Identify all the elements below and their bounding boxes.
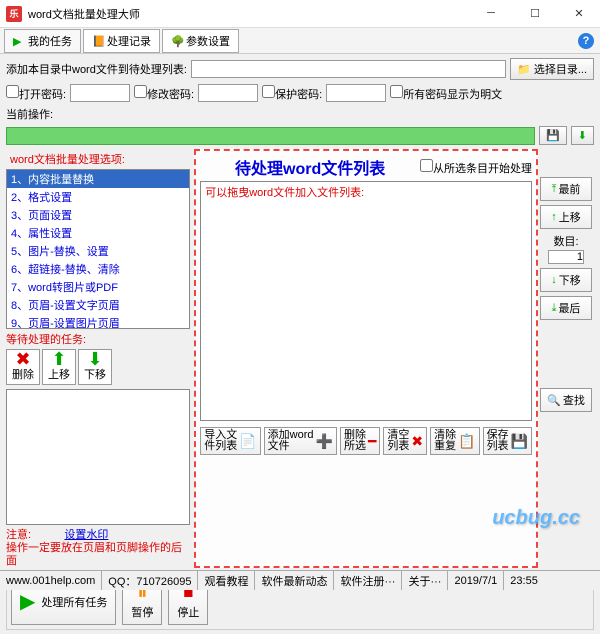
count-display: 数目: [540, 233, 592, 264]
tab-my-tasks[interactable]: ▶我的任务 [4, 29, 81, 53]
bottom-icon: ⤓ [552, 302, 557, 315]
down-arrow-icon: ⬇ [87, 352, 102, 366]
close-button[interactable]: ✕ [564, 7, 594, 20]
option-item[interactable]: 3、页面设置 [7, 206, 189, 224]
download-button[interactable]: ⬇ [571, 126, 594, 145]
dir-label: 添加本目录中word文件到待处理列表: [6, 61, 187, 77]
dir-input[interactable] [191, 60, 506, 78]
import-icon: 📄 [239, 436, 256, 447]
delete-selected-button[interactable]: 删除 所选━ [340, 427, 380, 455]
count-input[interactable] [548, 250, 584, 264]
drag-hint: 可以拖曳word文件加入文件列表: [205, 184, 364, 200]
up-arrow-icon: ⬆ [51, 352, 66, 366]
note-text: 注意: 设置水印 操作一定要放在页眉和页脚操作的后面 [6, 529, 190, 568]
top-icon: ⤒ [552, 183, 557, 196]
play-icon: ▶ [13, 35, 25, 47]
minus-icon: ━ [368, 436, 376, 447]
prot-pwd-check[interactable]: 保护密码: [262, 85, 322, 102]
window-title: word文档批量处理大师 [28, 6, 476, 22]
save-list-button[interactable]: 保存 列表💾 [483, 427, 532, 455]
plain-pwd-check[interactable]: 所有密码显示为明文 [390, 85, 502, 102]
x-icon: ✖ [15, 352, 30, 366]
progress-bar [6, 127, 535, 145]
disk-icon: 💾 [546, 129, 560, 142]
open-pwd-check[interactable]: 打开密码: [6, 85, 66, 102]
app-icon: 乐 [6, 6, 22, 22]
dedupe-button[interactable]: 清除 重复📋 [430, 427, 479, 455]
filelist-title: 待处理word文件列表 [200, 155, 420, 179]
tree-icon: 🌳 [171, 35, 183, 47]
options-header: word文档批量处理选项: [6, 149, 190, 169]
save-progress-button[interactable]: 💾 [539, 126, 567, 145]
option-item[interactable]: 6、超链接-替换、清除 [7, 260, 189, 278]
option-item[interactable]: 1、内容批量替换 [7, 170, 189, 188]
search-button[interactable]: 🔍查找 [540, 388, 592, 412]
status-register[interactable]: 软件注册··· [334, 571, 402, 590]
delete-task-button[interactable]: ✖删除 [6, 349, 40, 385]
file-list[interactable]: 可以拖曳word文件加入文件列表: [200, 181, 532, 421]
current-op-label: 当前操作: [6, 106, 53, 122]
status-tutorial[interactable]: 观看教程 [198, 571, 255, 590]
move-bottom-button[interactable]: ⤓最后 [540, 296, 592, 320]
import-list-button[interactable]: 导入文 件列表📄 [200, 427, 260, 455]
start-from-selected-check[interactable]: 从所选条目开始处理 [420, 159, 532, 176]
prot-pwd-input[interactable] [326, 84, 386, 102]
search-icon: 🔍 [547, 394, 561, 407]
open-pwd-input[interactable] [70, 84, 130, 102]
maximize-button[interactable]: ☐ [520, 7, 550, 20]
watermark-link[interactable]: 设置水印 [64, 529, 108, 541]
status-news[interactable]: 软件最新动态 [255, 571, 334, 590]
option-item[interactable]: 4、属性设置 [7, 224, 189, 242]
clear-list-button[interactable]: 清空 列表✖ [383, 427, 427, 455]
save-icon: 💾 [511, 436, 528, 447]
choose-dir-button[interactable]: 📁选择目录... [510, 58, 594, 80]
status-time: 23:55 [504, 571, 544, 590]
status-url[interactable]: www.001help.com [0, 571, 102, 590]
help-icon[interactable]: ? [578, 33, 594, 49]
moveup-task-button[interactable]: ⬆上移 [42, 349, 76, 385]
tab-settings[interactable]: 🌳参数设置 [162, 29, 239, 53]
add-word-button[interactable]: 添加word 文件➕ [264, 427, 337, 455]
option-item[interactable]: 2、格式设置 [7, 188, 189, 206]
status-about[interactable]: 关于··· [402, 571, 448, 590]
plus-icon: ➕ [316, 436, 333, 447]
down-icon: ↓ [551, 274, 557, 286]
options-list[interactable]: 1、内容批量替换 2、格式设置 3、页面设置 4、属性设置 5、图片-替换、设置… [6, 169, 190, 329]
option-item[interactable]: 7、word转图片或PDF [7, 278, 189, 296]
option-item[interactable]: 8、页眉-设置文字页眉 [7, 296, 189, 314]
dedupe-icon: 📋 [458, 436, 475, 447]
option-item[interactable]: 5、图片-替换、设置 [7, 242, 189, 260]
move-top-button[interactable]: ⤒最前 [540, 177, 592, 201]
down-arrow-icon: ⬇ [578, 129, 587, 142]
mod-pwd-input[interactable] [198, 84, 258, 102]
pending-header: 等待处理的任务: [6, 329, 190, 349]
play-icon: ▶ [20, 593, 35, 611]
pending-list[interactable] [6, 389, 190, 525]
move-up-button[interactable]: ↑上移 [540, 205, 592, 229]
minimize-button[interactable]: ─ [476, 7, 506, 20]
movedown-task-button[interactable]: ⬇下移 [78, 349, 112, 385]
x-icon: ✖ [411, 436, 423, 447]
tab-process-log[interactable]: 📙处理记录 [83, 29, 160, 53]
mod-pwd-check[interactable]: 修改密码: [134, 85, 194, 102]
status-qq: QQ：710726095 [102, 571, 198, 590]
option-item[interactable]: 9、页眉-设置图片页眉 [7, 314, 189, 329]
status-date: 2019/7/1 [448, 571, 504, 590]
move-down-button[interactable]: ↓下移 [540, 268, 592, 292]
book-icon: 📙 [92, 35, 104, 47]
folder-icon: 📁 [517, 63, 531, 76]
up-icon: ↑ [551, 211, 557, 223]
